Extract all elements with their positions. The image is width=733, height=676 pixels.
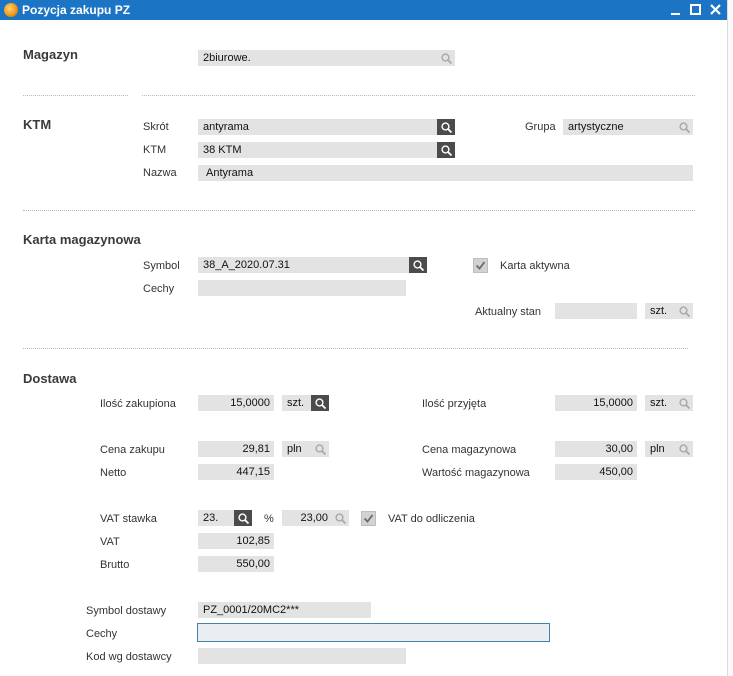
grupa-field[interactable]: artystyczne: [563, 119, 676, 135]
vat-stawka-search-icon[interactable]: [234, 510, 252, 526]
cechy-dostawy-label: Cechy: [86, 628, 118, 640]
magazyn-field[interactable]: 2biurowe.: [198, 50, 438, 66]
karta-aktywna-label: Karta aktywna: [500, 260, 570, 272]
unit-search-icon[interactable]: [311, 395, 329, 411]
brutto-field: 550,00: [198, 556, 274, 572]
section-magazyn: Magazyn: [23, 47, 78, 62]
vat-percent-search-icon[interactable]: [331, 510, 349, 526]
kod-wg-dostawcy-field[interactable]: [198, 648, 406, 664]
kod-wg-dostawcy-label: Kod wg dostawcy: [86, 651, 172, 663]
ilosc-przyjeta-field[interactable]: 15,0000: [555, 395, 637, 411]
symbol-search-icon[interactable]: [409, 257, 427, 273]
vat-percent-field[interactable]: 23,00: [282, 510, 332, 526]
vat-field: 102,85: [198, 533, 274, 549]
netto-label: Netto: [100, 467, 127, 479]
cena-zakupu-field[interactable]: 29,81: [198, 441, 274, 457]
nazwa-label: Nazwa: [143, 167, 177, 179]
window-title: Pozycja zakupu PZ: [22, 3, 131, 17]
stan-unit-search-icon[interactable]: [675, 303, 693, 319]
cena-magazynowa-label: Cena magazynowa: [422, 444, 517, 456]
app-logo-icon: [4, 3, 18, 17]
cechy-dostawy-field[interactable]: [197, 623, 550, 642]
stan-unit[interactable]: szt.: [645, 303, 675, 319]
ktm-label: KTM: [143, 144, 167, 156]
vat-stawka-label: VAT stawka: [100, 513, 157, 525]
ilosc-przyjeta-unit[interactable]: szt.: [645, 395, 675, 411]
percent-sign: %: [264, 513, 274, 525]
cena-zakupu-currency[interactable]: pln: [282, 441, 312, 457]
title-bar: Pozycja zakupu PZ: [0, 0, 727, 20]
nazwa-field[interactable]: Antyrama: [198, 165, 693, 181]
wartosc-magazynowa-field: 450,00: [555, 464, 637, 480]
cena-magazynowa-field[interactable]: 30,00: [555, 441, 637, 457]
symbol-label: Symbol: [143, 260, 180, 272]
cena-magazynowa-currency[interactable]: pln: [645, 441, 675, 457]
currency-search-icon[interactable]: [311, 441, 329, 457]
divider: [23, 210, 695, 211]
vat-stawka-field[interactable]: 23.: [198, 510, 235, 526]
divider: [23, 95, 128, 96]
ilosc-zakupiona-label: Ilość zakupiona: [100, 398, 176, 410]
divider: [142, 95, 695, 96]
ilosc-przyjeta-label: Ilość przyjęta: [422, 398, 487, 410]
divider: [23, 348, 688, 349]
ilosc-zakupiona-field[interactable]: 15,0000: [198, 395, 274, 411]
section-dostawa: Dostawa: [23, 371, 77, 386]
wartosc-magazynowa-label: Wartość magazynowa: [422, 467, 530, 479]
ktm-field[interactable]: 38 KTM: [198, 142, 438, 158]
ilosc-zakupiona-unit[interactable]: szt.: [282, 395, 312, 411]
skrot-search-icon[interactable]: [437, 119, 455, 135]
symbol-dostawy-field[interactable]: PZ_0001/20MC2***: [198, 602, 371, 618]
cechy-label: Cechy: [143, 283, 175, 295]
maximize-icon[interactable]: [688, 2, 703, 17]
cechy-field[interactable]: [198, 280, 406, 296]
symbol-field[interactable]: 38_A_2020.07.31: [198, 257, 410, 273]
section-ktm: KTM: [23, 117, 52, 132]
minimize-icon[interactable]: [668, 2, 683, 17]
netto-field: 447,15: [198, 464, 274, 480]
ktm-search-icon[interactable]: [437, 142, 455, 158]
cena-magazynowa-currency-search-icon[interactable]: [675, 441, 693, 457]
karta-aktywna-checkbox[interactable]: [473, 258, 488, 273]
aktualny-stan-field: [555, 303, 637, 319]
ilosc-przyjeta-unit-search-icon[interactable]: [675, 395, 693, 411]
vat-label: VAT: [100, 536, 120, 548]
brutto-label: Brutto: [100, 559, 130, 571]
magazyn-search-icon[interactable]: [437, 50, 455, 66]
skrot-label: Skrót: [143, 121, 169, 133]
window-edge: [727, 0, 733, 676]
grupa-label: Grupa: [525, 121, 556, 133]
close-icon[interactable]: [708, 2, 723, 17]
skrot-field[interactable]: antyrama: [198, 119, 438, 135]
section-karta-magazynowa: Karta magazynowa: [23, 232, 141, 247]
aktualny-stan-label: Aktualny stan: [475, 306, 542, 318]
symbol-dostawy-label: Symbol dostawy: [86, 605, 167, 617]
cena-zakupu-label: Cena zakupu: [100, 444, 165, 456]
vat-do-odliczenia-label: VAT do odliczenia: [388, 513, 475, 525]
grupa-search-icon[interactable]: [675, 119, 693, 135]
vat-do-odliczenia-checkbox[interactable]: [361, 511, 376, 526]
